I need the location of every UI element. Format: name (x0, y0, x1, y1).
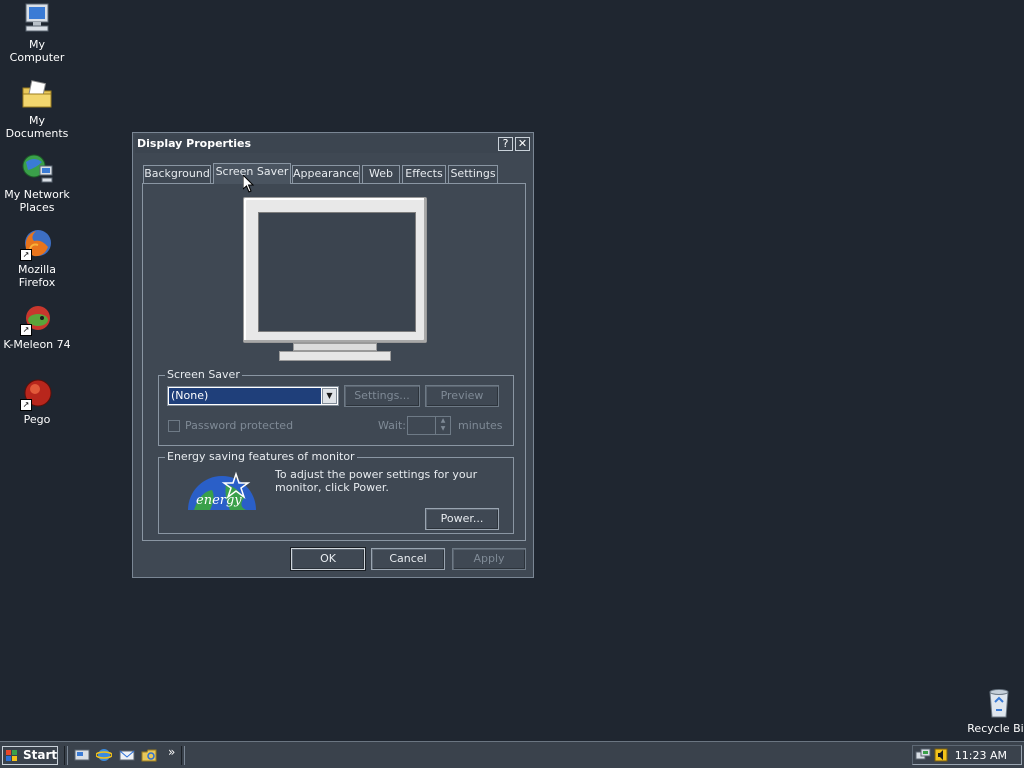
desktop-icon-k-meleon[interactable]: ↗ K-Meleon 74 (0, 302, 74, 351)
monitor-bezel (243, 197, 427, 343)
windows-flag-icon (6, 750, 17, 761)
outlook-express-icon[interactable] (119, 747, 135, 763)
desktop-icon-my-network-places[interactable]: My Network Places (0, 152, 74, 214)
monitor-preview (243, 197, 427, 367)
volume-tray-icon[interactable] (933, 747, 949, 763)
password-protected-label: Password protected (185, 419, 294, 432)
desktop-icon-label: Recycle Bin (967, 722, 1024, 735)
display-properties-dialog: Display Properties ? ✕ Background Screen… (132, 132, 534, 578)
tab-background[interactable]: Background (143, 165, 211, 183)
energy-saving-group: Energy saving features of monitor energy… (158, 450, 514, 534)
monitor-screen (258, 212, 416, 332)
screen-saver-tab-panel: Screen Saver (None) ▼ Settings... Previe… (142, 183, 526, 541)
screen-saver-selected-value: (None) (169, 388, 321, 404)
screen-saver-group: Screen Saver (None) ▼ Settings... Previe… (158, 368, 514, 446)
windows-explorer-icon[interactable] (141, 747, 157, 763)
energy-logo-text: energy (196, 493, 242, 508)
dialog-titlebar[interactable]: Display Properties ? ✕ (135, 135, 531, 153)
system-tray: 11:23 AM (912, 745, 1022, 765)
minutes-label: minutes (458, 419, 503, 432)
spinner-arrows-icon[interactable]: ▲ ▼ (435, 417, 450, 434)
mouse-cursor-icon (243, 175, 255, 193)
k-meleon-icon: ↗ (20, 302, 54, 336)
chevron-down-icon[interactable]: ▼ (322, 388, 337, 404)
taskbar: Start » 11:23 AM (0, 741, 1024, 768)
show-desktop-icon[interactable] (74, 747, 90, 763)
desktop-icon-pego[interactable]: ↗ Pego (0, 377, 74, 426)
quick-launch-chevron-icon[interactable]: » (168, 745, 175, 759)
cancel-button[interactable]: Cancel (371, 548, 445, 570)
monitor-neck (293, 343, 377, 351)
internet-explorer-icon[interactable] (95, 747, 113, 763)
network-tray-icon[interactable] (915, 747, 931, 763)
taskbar-separator (64, 746, 68, 765)
desktop-icon-my-documents[interactable]: My Documents (0, 78, 74, 140)
tab-effects[interactable]: Effects (402, 165, 446, 183)
dialog-title: Display Properties (137, 137, 252, 150)
ok-button[interactable]: OK (290, 547, 366, 571)
desktop-icon-label: My Network Places (4, 188, 70, 214)
wait-minutes-spinner[interactable]: ▲ ▼ (407, 416, 451, 435)
shortcut-arrow-icon: ↗ (20, 249, 32, 261)
tab-appearance[interactable]: Appearance (292, 165, 360, 183)
close-button[interactable]: ✕ (515, 137, 530, 151)
desktop-icon-my-computer[interactable]: My Computer (0, 2, 74, 64)
desktop-icon-label: My Documents (5, 114, 69, 140)
shortcut-arrow-icon: ↗ (20, 399, 32, 411)
pego-icon: ↗ (20, 377, 54, 411)
screen-saver-group-label: Screen Saver (165, 368, 242, 381)
desktop-icon-recycle-bin[interactable]: Recycle Bin (962, 686, 1024, 735)
computer-icon (20, 2, 54, 36)
energy-star-logo: energy (186, 470, 258, 512)
tab-settings[interactable]: Settings (448, 165, 498, 183)
energy-saving-group-label: Energy saving features of monitor (165, 450, 357, 463)
help-button[interactable]: ? (498, 137, 513, 151)
wait-label: Wait: (378, 419, 406, 432)
start-button[interactable]: Start (2, 746, 58, 765)
tab-web[interactable]: Web (362, 165, 400, 183)
taskbar-clock[interactable]: 11:23 AM (955, 749, 1007, 762)
recycle-bin-icon (982, 686, 1016, 720)
network-places-icon (20, 152, 54, 186)
screen-saver-select[interactable]: (None) ▼ (167, 386, 339, 406)
folder-documents-icon (20, 78, 54, 112)
password-protected-checkbox[interactable] (168, 420, 180, 432)
start-label: Start (23, 748, 58, 762)
desktop-icon-mozilla-firefox[interactable]: ↗ Mozilla Firefox (0, 227, 74, 289)
firefox-icon: ↗ (20, 227, 54, 261)
taskbar-separator (181, 746, 185, 765)
energy-description: To adjust the power settings for your mo… (275, 468, 478, 494)
desktop-icon-label: Pego (23, 413, 51, 426)
desktop-icon-label: Mozilla Firefox (18, 263, 56, 289)
shortcut-arrow-icon: ↗ (20, 324, 32, 336)
power-button[interactable]: Power... (425, 508, 499, 530)
screen-saver-preview-button[interactable]: Preview (425, 385, 499, 407)
apply-button[interactable]: Apply (452, 548, 526, 570)
monitor-base (279, 351, 391, 361)
desktop-icon-label: K-Meleon 74 (3, 338, 71, 351)
screen-saver-settings-button[interactable]: Settings... (344, 385, 420, 407)
desktop-icon-label: My Computer (9, 38, 65, 64)
